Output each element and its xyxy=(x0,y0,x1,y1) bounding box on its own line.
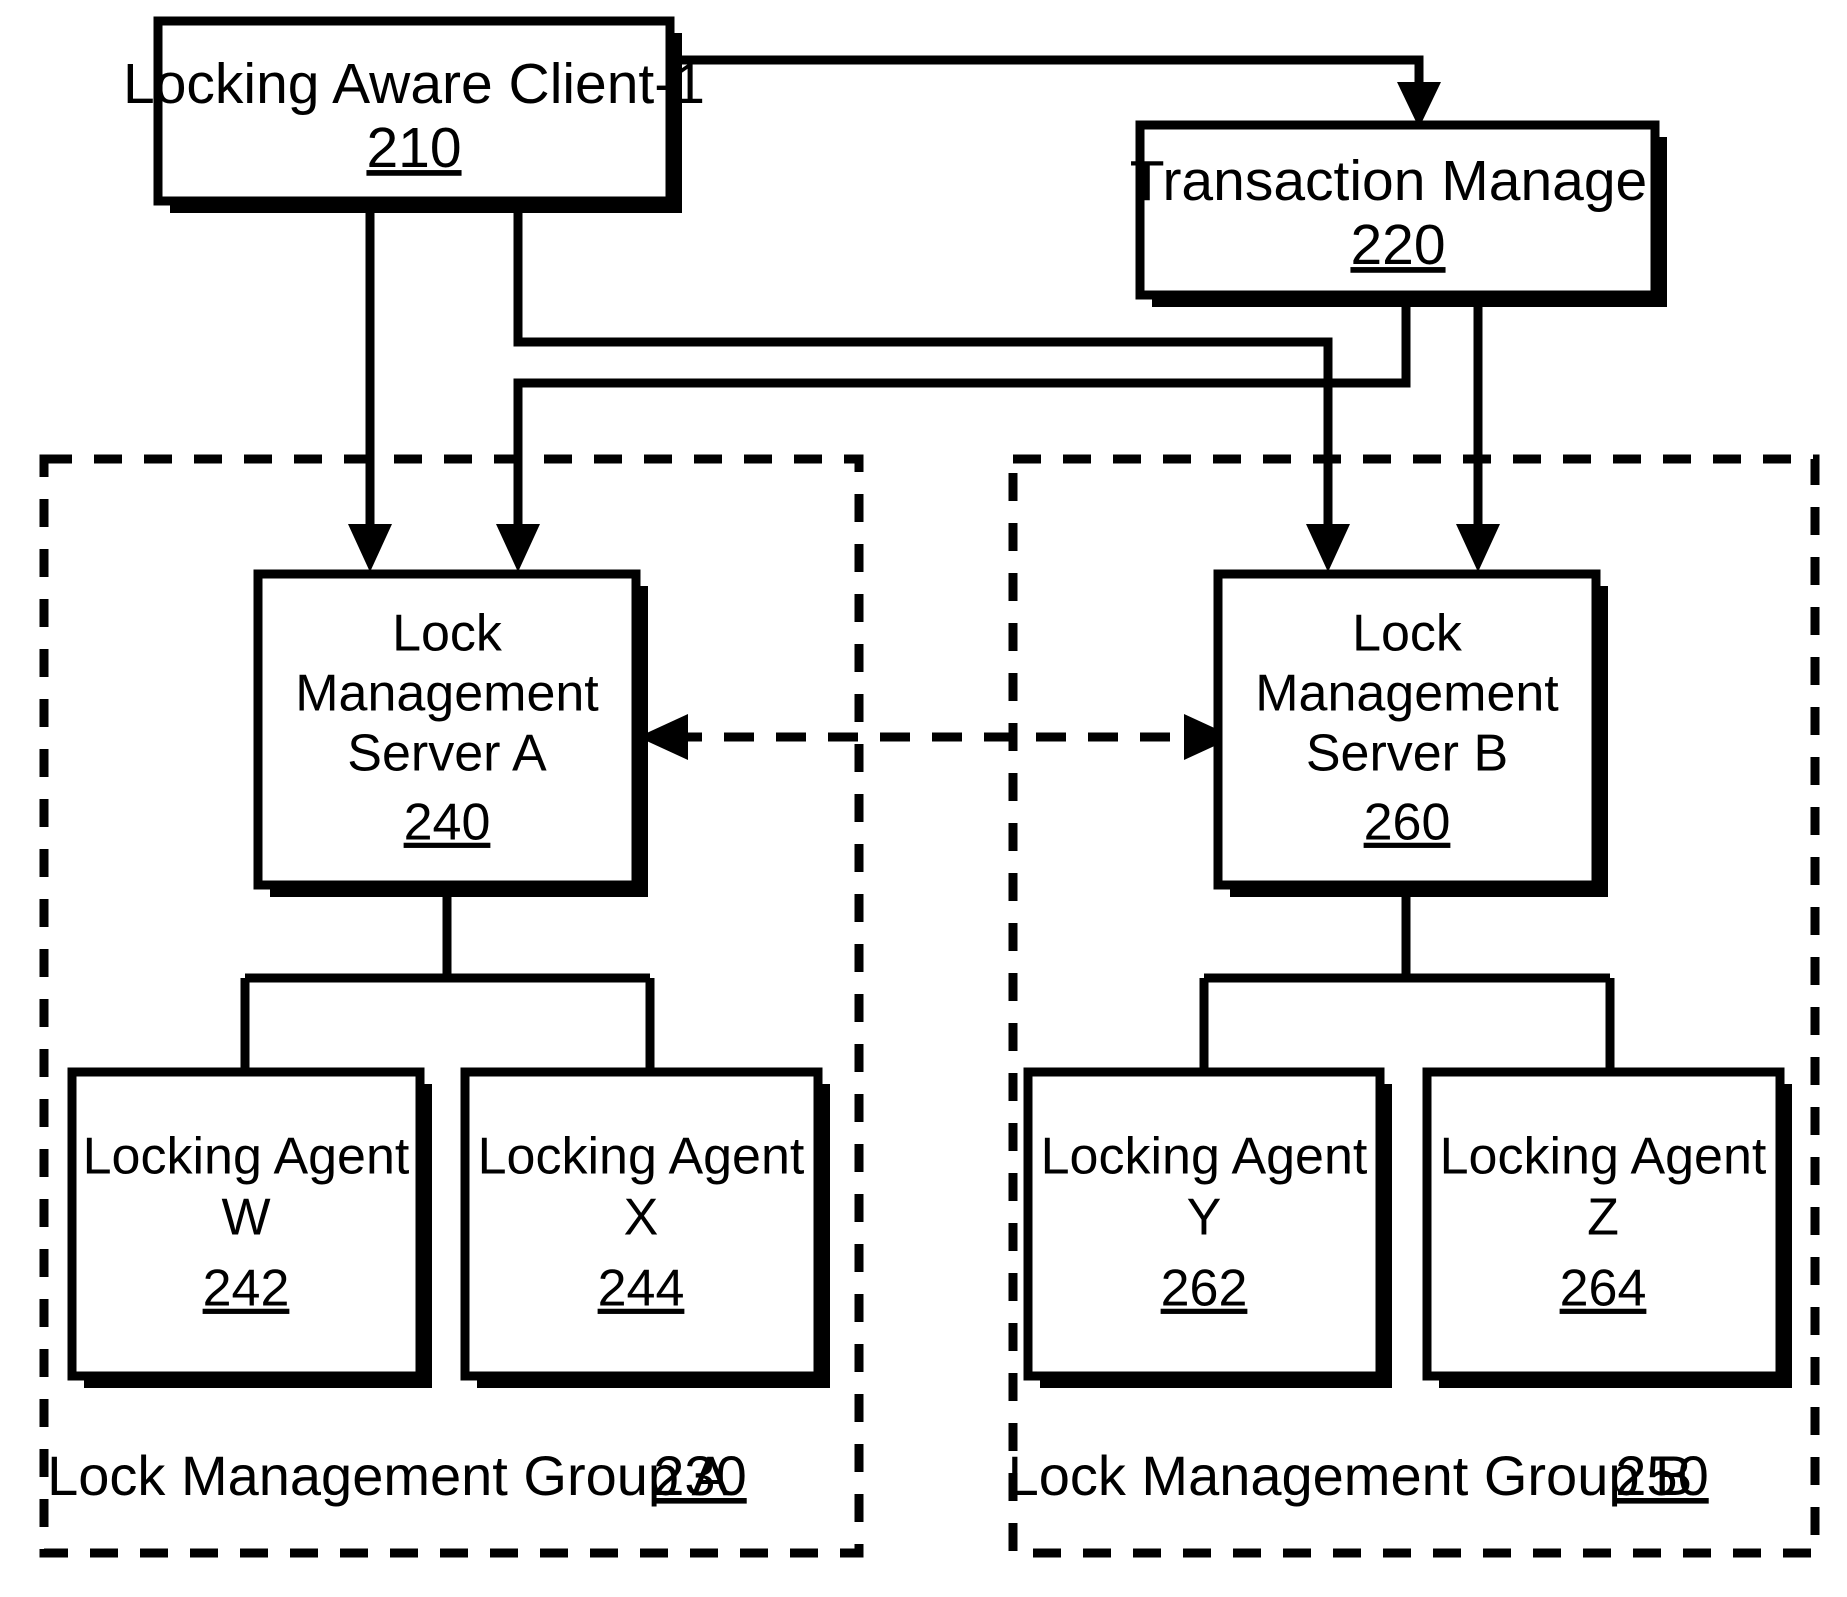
connector-server-a-to-agents xyxy=(240,885,655,1072)
diagram-svg: Locking Aware Client-1 210 Transaction M… xyxy=(39,16,1820,1558)
agent-x-line2: X xyxy=(624,1189,659,1247)
agent-x-ref: 244 xyxy=(598,1260,685,1318)
arrow-head-icon xyxy=(1456,524,1500,572)
group-a-ref: 230 xyxy=(653,1444,746,1507)
figure-canvas: Locking Aware Client-1 210 Transaction M… xyxy=(0,0,1847,1597)
node-locking-aware-client-1[interactable]: Locking Aware Client-1 210 xyxy=(123,16,705,213)
transaction-manager-ref: 220 xyxy=(1350,213,1445,277)
agent-y-ref: 262 xyxy=(1161,1260,1248,1318)
connector-transaction-manager-to-server-b xyxy=(1456,295,1500,572)
arrow-head-icon xyxy=(496,524,540,572)
arrow-head-icon xyxy=(348,524,392,572)
agent-w-ref: 242 xyxy=(203,1260,290,1318)
agent-z-line2: Z xyxy=(1587,1189,1619,1247)
connector-client-to-server-a xyxy=(348,210,392,572)
agent-x-line1: Locking Agent xyxy=(478,1128,805,1186)
server-b-line2: Management xyxy=(1255,665,1559,723)
node-locking-agent-x[interactable]: Locking Agent X 244 xyxy=(460,1067,830,1388)
agent-z-ref: 264 xyxy=(1560,1260,1647,1318)
agent-y-line2: Y xyxy=(1187,1189,1222,1247)
agent-w-line1: Locking Agent xyxy=(83,1128,410,1186)
group-b-ref: 250 xyxy=(1615,1444,1708,1507)
server-a-line3: Server A xyxy=(347,725,547,783)
connector-client-to-transaction-manager xyxy=(678,55,1441,128)
transaction-manager-label: Transaction Manager xyxy=(1130,149,1667,213)
connector-server-a-to-server-b-dashed xyxy=(638,714,1234,760)
agent-z-line1: Locking Agent xyxy=(1440,1128,1767,1186)
client-label: Locking Aware Client-1 xyxy=(123,52,705,116)
connector-transaction-manager-to-server-a xyxy=(496,295,1411,572)
node-locking-agent-z[interactable]: Locking Agent Z 264 xyxy=(1422,1067,1792,1388)
connector-path xyxy=(678,55,1424,100)
node-lock-management-server-a[interactable]: Lock Management Server A 240 xyxy=(253,569,648,897)
connector-path xyxy=(513,295,1411,540)
group-a-label: Lock Management Group A xyxy=(47,1444,729,1507)
node-transaction-manager[interactable]: Transaction Manager 220 xyxy=(1130,120,1667,307)
agent-y-line1: Locking Agent xyxy=(1041,1128,1368,1186)
group-b-label-row: Lock Management Group B 250 xyxy=(1008,1444,1709,1507)
group-b-label: Lock Management Group B xyxy=(1008,1444,1693,1507)
server-b-line3: Server B xyxy=(1306,725,1508,783)
group-a-label-row: Lock Management Group A 230 xyxy=(47,1444,747,1507)
connector-server-b-to-agents xyxy=(1199,885,1615,1072)
node-locking-agent-w[interactable]: Locking Agent W 242 xyxy=(67,1067,432,1388)
server-b-line1: Lock xyxy=(1352,605,1463,663)
server-a-line2: Management xyxy=(295,665,599,723)
node-locking-agent-y[interactable]: Locking Agent Y 262 xyxy=(1023,1067,1392,1388)
node-lock-management-server-b[interactable]: Lock Management Server B 260 xyxy=(1213,569,1608,897)
agent-w-line2: W xyxy=(221,1189,270,1247)
server-a-ref: 240 xyxy=(404,794,491,852)
server-a-line1: Lock xyxy=(392,605,503,663)
server-b-ref: 260 xyxy=(1364,794,1451,852)
client-ref: 210 xyxy=(366,116,461,180)
arrow-head-icon xyxy=(1306,524,1350,572)
